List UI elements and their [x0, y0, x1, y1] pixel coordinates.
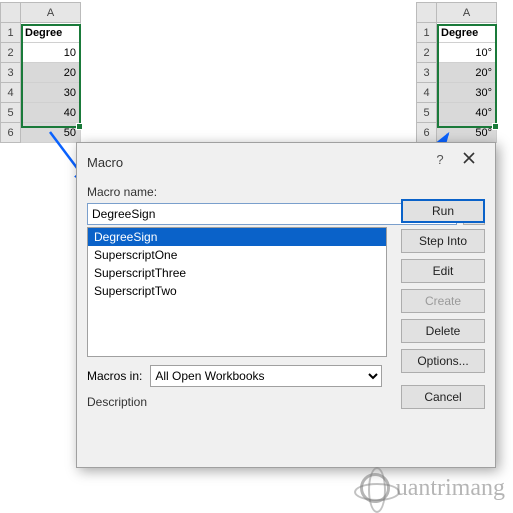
- row-header[interactable]: 5: [1, 103, 21, 123]
- run-button[interactable]: Run: [401, 199, 485, 223]
- worksheet-left: A 1Degree 210 320 430 540 650: [0, 2, 81, 143]
- row-header[interactable]: 3: [417, 63, 437, 83]
- cell[interactable]: 30°: [437, 83, 497, 103]
- cell[interactable]: 20: [21, 63, 81, 83]
- worksheet-right: A 1Degree 210° 320° 430° 540° 650°: [416, 2, 497, 143]
- list-item[interactable]: SuperscriptOne: [88, 246, 386, 264]
- close-button[interactable]: [453, 151, 485, 173]
- delete-button[interactable]: Delete: [401, 319, 485, 343]
- watermark-text: uantrimang: [396, 475, 505, 502]
- column-header-a[interactable]: A: [21, 3, 81, 23]
- watermark: uantrimang: [360, 473, 505, 503]
- row-header[interactable]: 1: [417, 23, 437, 43]
- row-header[interactable]: 6: [417, 123, 437, 143]
- macros-in-select[interactable]: All Open Workbooks: [150, 365, 382, 387]
- cell[interactable]: 50°: [437, 123, 497, 143]
- select-all-cell[interactable]: [417, 3, 437, 23]
- row-header[interactable]: 6: [1, 123, 21, 143]
- cell[interactable]: 10: [21, 43, 81, 63]
- row-header[interactable]: 4: [1, 83, 21, 103]
- row-header[interactable]: 2: [1, 43, 21, 63]
- cell[interactable]: 30: [21, 83, 81, 103]
- row-header[interactable]: 4: [417, 83, 437, 103]
- row-header[interactable]: 3: [1, 63, 21, 83]
- row-header[interactable]: 5: [417, 103, 437, 123]
- list-item[interactable]: SuperscriptThree: [88, 264, 386, 282]
- column-header-a[interactable]: A: [437, 3, 497, 23]
- select-all-cell[interactable]: [1, 3, 21, 23]
- cell[interactable]: 20°: [437, 63, 497, 83]
- watermark-logo-icon: [360, 473, 390, 503]
- close-icon: [462, 151, 476, 165]
- row-header[interactable]: 1: [1, 23, 21, 43]
- create-button: Create: [401, 289, 485, 313]
- step-into-button[interactable]: Step Into: [401, 229, 485, 253]
- row-header[interactable]: 2: [417, 43, 437, 63]
- list-item[interactable]: SuperscriptTwo: [88, 282, 386, 300]
- cell[interactable]: 50: [21, 123, 81, 143]
- dialog-title: Macro: [87, 155, 427, 170]
- help-button[interactable]: ?: [427, 152, 453, 172]
- cell[interactable]: Degree: [21, 23, 81, 43]
- macro-list[interactable]: DegreeSign SuperscriptOne SuperscriptThr…: [87, 227, 387, 357]
- cell[interactable]: 40: [21, 103, 81, 123]
- macro-name-label: Macro name: /* underline first char via …: [87, 185, 485, 199]
- edit-button[interactable]: Edit: [401, 259, 485, 283]
- macros-in-label: Macros in:: [87, 369, 142, 383]
- list-item[interactable]: DegreeSign: [88, 228, 386, 246]
- cell[interactable]: Degree: [437, 23, 497, 43]
- cell[interactable]: 10°: [437, 43, 497, 63]
- cell[interactable]: 40°: [437, 103, 497, 123]
- options-button[interactable]: Options...: [401, 349, 485, 373]
- cancel-button[interactable]: Cancel: [401, 385, 485, 409]
- macro-dialog: Macro ? Macro name: /* underline first c…: [76, 142, 496, 468]
